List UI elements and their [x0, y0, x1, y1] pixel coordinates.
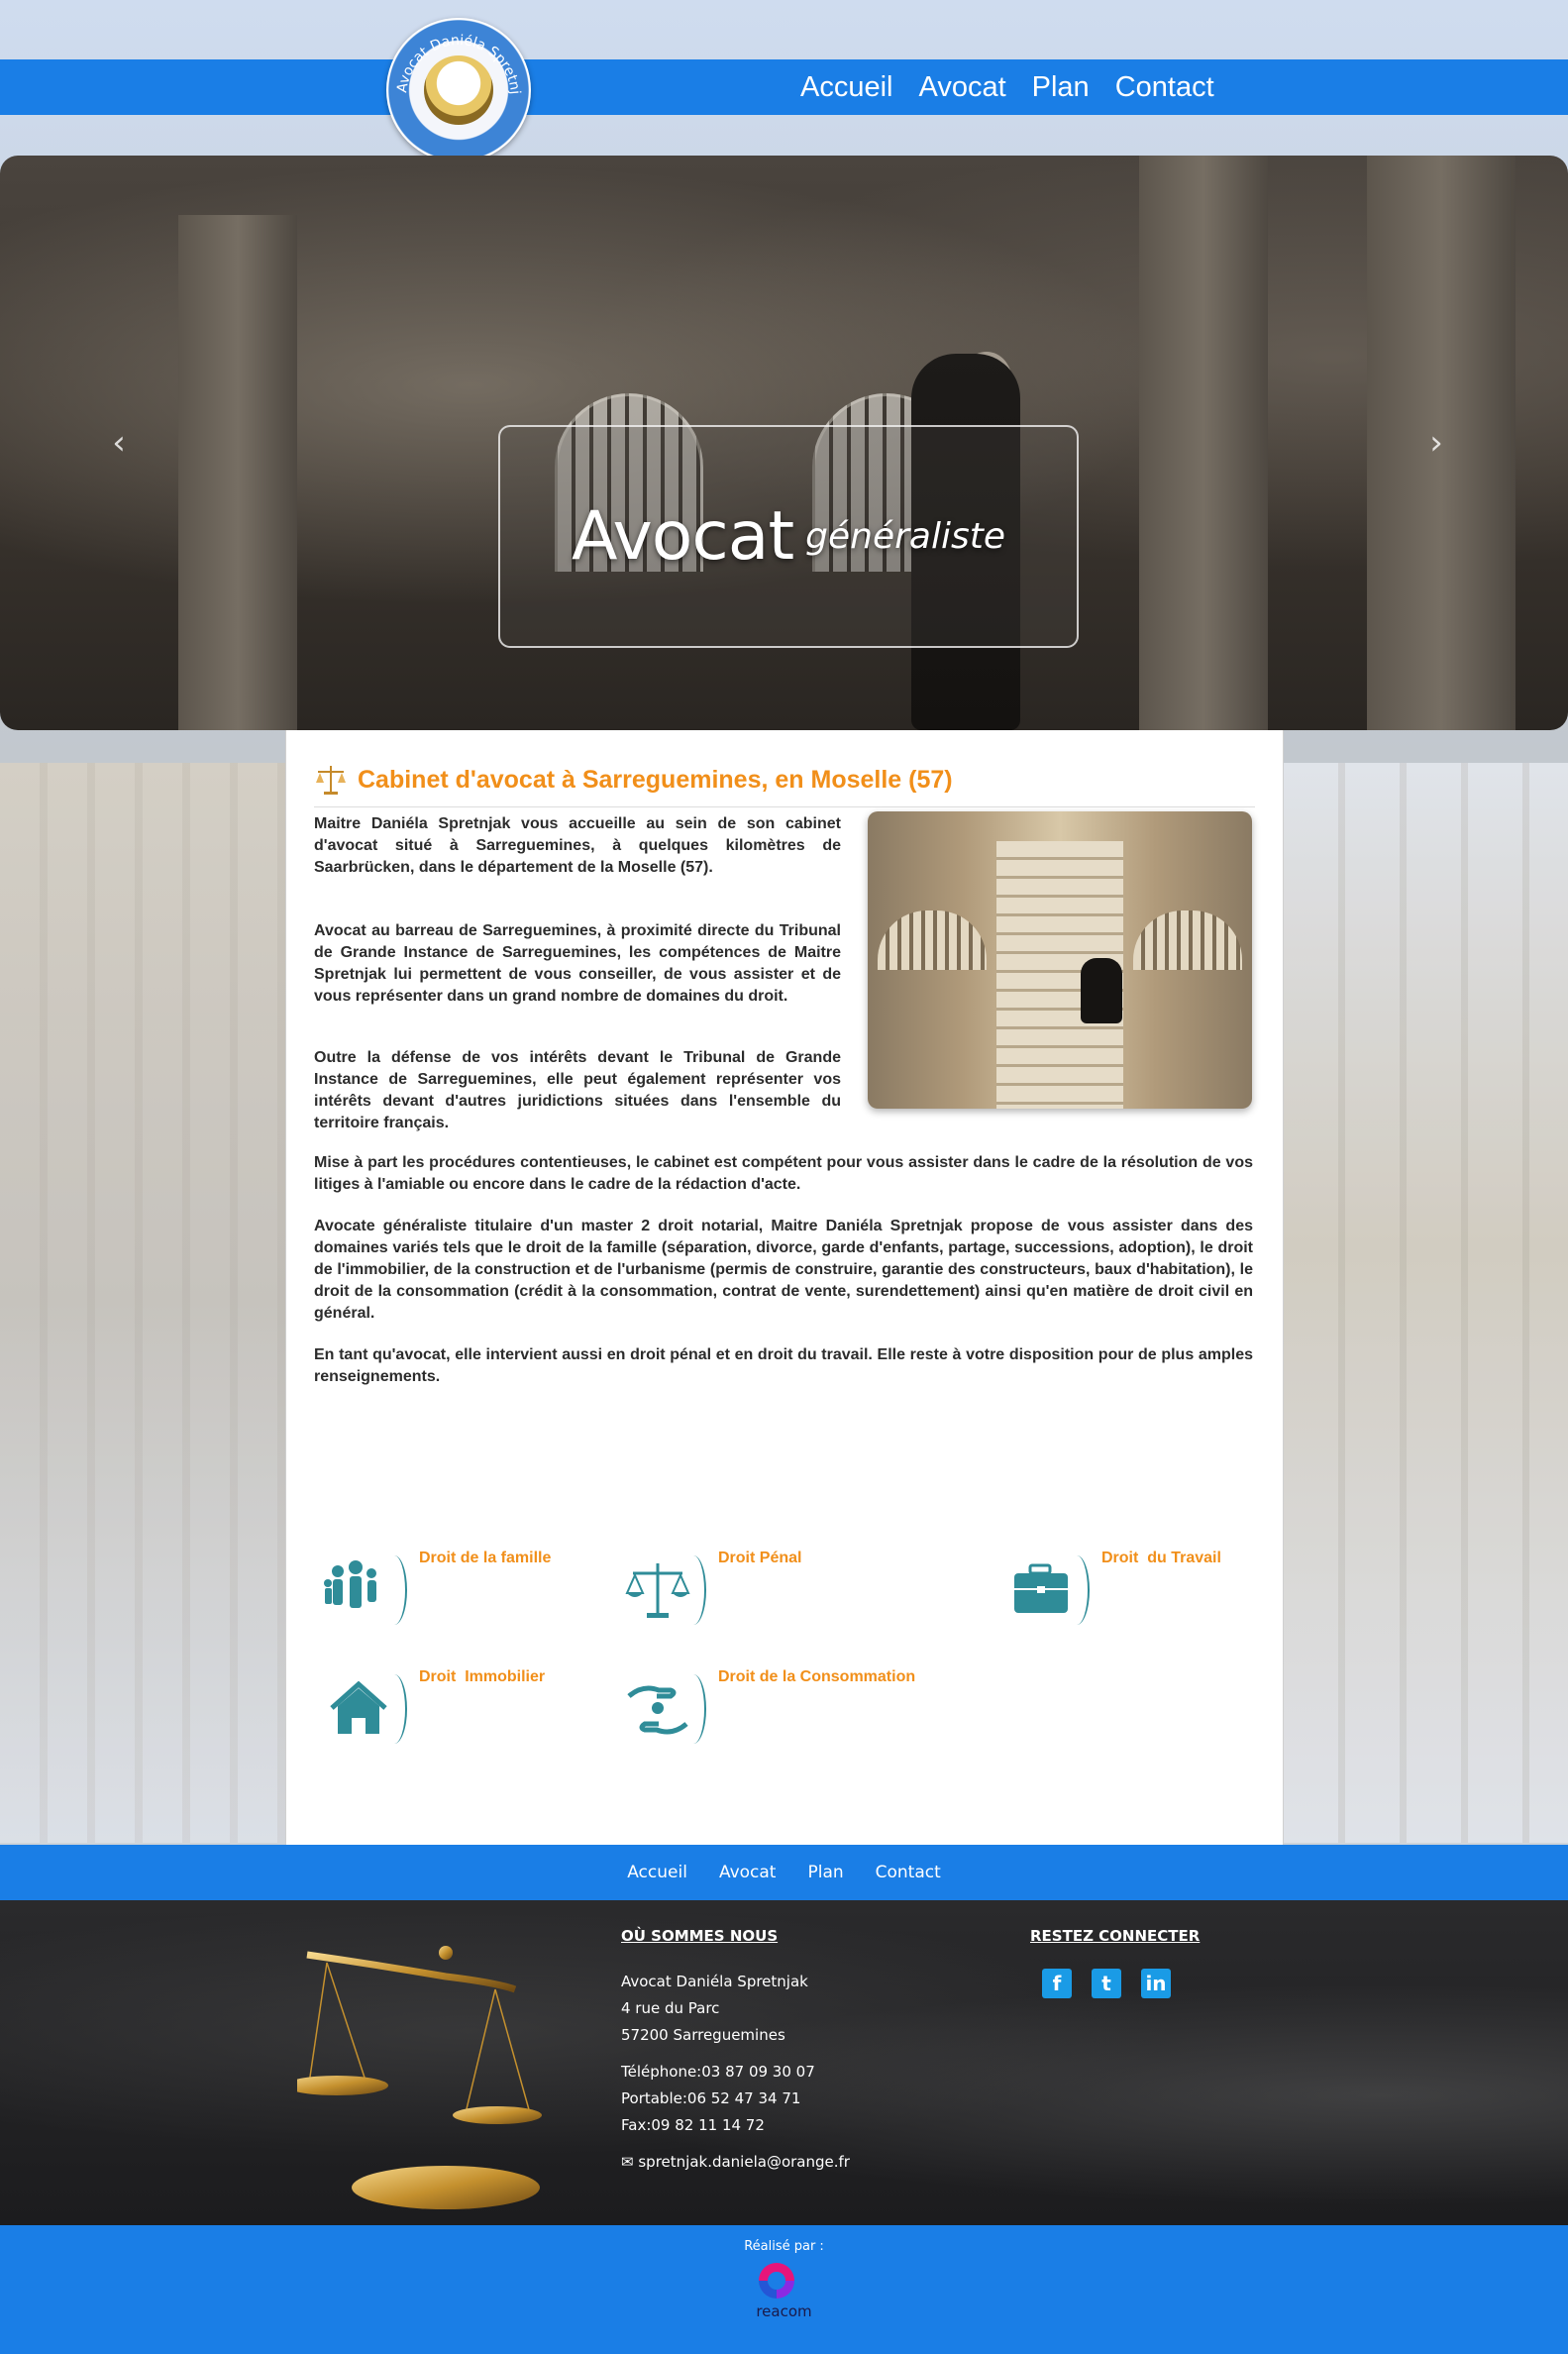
- nav-accueil[interactable]: Accueil: [800, 71, 893, 104]
- footer-city: 57200 Sarreguemines: [621, 2026, 785, 2044]
- scales-icon: [623, 1550, 706, 1625]
- intro-paragraph: Mise à part les procédures contentieuses…: [314, 1154, 1253, 1193]
- photo-lawyer: [1081, 958, 1122, 1023]
- hero-prev-arrow[interactable]: ‹: [99, 423, 139, 463]
- footer: OÙ SOMMES NOUS Avocat Daniéla Spretnjak …: [0, 1900, 1568, 2225]
- credits-bar: Réalisé par : reacom: [0, 2225, 1568, 2354]
- hero-subtitle: généraliste: [805, 516, 1005, 557]
- hero-title: Avocat: [572, 497, 794, 576]
- linkedin-icon[interactable]: in: [1141, 1969, 1171, 1998]
- header-bar: [0, 59, 1568, 115]
- briefcase-icon: [1006, 1550, 1090, 1625]
- footer-social-heading: RESTEZ CONNECTER: [1030, 1927, 1201, 1945]
- photo-railing: [1133, 910, 1242, 970]
- footer-nav: Accueil Avocat Plan Contact: [0, 1845, 1568, 1900]
- service-famille[interactable]: Droit de la famille: [324, 1550, 551, 1625]
- background-building-left: [0, 763, 285, 1843]
- service-label: Droit du Travail: [1101, 1550, 1221, 1566]
- main-nav: Accueil Avocat Plan Contact: [800, 59, 1214, 115]
- credits-label: Réalisé par :: [744, 2239, 824, 2254]
- service-travail[interactable]: Droit du Travail: [1006, 1550, 1221, 1625]
- section-title: Cabinet d'avocat à Sarreguemines, en Mos…: [314, 760, 953, 800]
- footer-telephone: Téléphone:03 87 09 30 07: [621, 2063, 815, 2081]
- service-label: Droit Immobilier: [419, 1668, 546, 1685]
- twitter-icon[interactable]: t: [1092, 1969, 1121, 1998]
- svg-text:Avocat Daniéla Spretnjak: Avocat Daniéla Spretnjak: [386, 18, 523, 95]
- service-label: Droit de la Consommation: [718, 1668, 916, 1685]
- hero-column: [1139, 156, 1268, 730]
- social-links: f t in: [1042, 1969, 1200, 1998]
- footer-nav-avocat[interactable]: Avocat: [719, 1863, 777, 1882]
- reacom-brand[interactable]: reacom: [0, 2302, 1568, 2320]
- service-arc: [381, 1674, 407, 1744]
- facebook-icon[interactable]: f: [1042, 1969, 1072, 1998]
- intro-paragraph: Outre la défense de vos intérêts devant …: [314, 1049, 841, 1131]
- nav-avocat[interactable]: Avocat: [919, 71, 1006, 104]
- hero-caption-box: Avocat généraliste: [498, 425, 1079, 648]
- house-icon: [324, 1668, 407, 1744]
- hero-next-arrow[interactable]: ›: [1416, 423, 1456, 463]
- footer-street: 4 rue du Parc: [621, 1999, 720, 2017]
- footer-portable: Portable:06 52 47 34 71: [621, 2089, 801, 2107]
- intro-paragraph: En tant qu'avocat, elle intervient aussi…: [314, 1346, 1253, 1385]
- main-content: Cabinet d'avocat à Sarreguemines, en Mos…: [285, 730, 1284, 1845]
- photo-railing: [878, 910, 987, 970]
- background-building-right: [1284, 763, 1568, 1843]
- footer-nav-contact[interactable]: Contact: [876, 1863, 941, 1882]
- footer-email-row[interactable]: ✉ spretnjak.daniela@orange.fr: [621, 2149, 850, 2176]
- hand-money-icon: [623, 1668, 706, 1744]
- intro-paragraph: Maitre Daniéla Spretnjak vous accueille …: [314, 815, 841, 876]
- nav-plan[interactable]: Plan: [1032, 71, 1090, 104]
- service-penal[interactable]: Droit Pénal: [623, 1550, 801, 1625]
- service-arc: [680, 1674, 706, 1744]
- service-label: Droit Pénal: [718, 1550, 802, 1566]
- hero-column: [178, 215, 297, 730]
- footer-nav-accueil[interactable]: Accueil: [627, 1863, 687, 1882]
- footer-nav-plan[interactable]: Plan: [807, 1863, 843, 1882]
- intro-paragraph: Avocate généraliste titulaire d'un maste…: [314, 1218, 1253, 1322]
- footer-name: Avocat Daniéla Spretnjak: [621, 1973, 808, 1990]
- staircase-photo: [868, 811, 1252, 1109]
- intro-paragraph: Avocat au barreau de Sarreguemines, à pr…: [314, 922, 841, 1005]
- title-divider: [314, 806, 1255, 807]
- service-arc: [381, 1555, 407, 1625]
- section-title-text: Cabinet d'avocat à Sarreguemines, en Mos…: [358, 765, 953, 794]
- envelope-icon: ✉: [621, 2153, 634, 2171]
- nav-contact[interactable]: Contact: [1115, 71, 1214, 104]
- service-consommation[interactable]: Droit de la Consommation: [623, 1668, 915, 1744]
- hero-slider: ‹ › Avocat généraliste: [0, 156, 1568, 730]
- footer-fax: Fax:09 82 11 14 72: [621, 2116, 765, 2134]
- service-arc: [1064, 1555, 1090, 1625]
- golden-scales-image: [297, 1946, 542, 2209]
- site-logo[interactable]: Avocat Daniéla Spretnjak: [386, 18, 531, 162]
- logo-text: Avocat Daniéla Spretnjak: [386, 18, 523, 95]
- service-arc: [680, 1555, 706, 1625]
- footer-social-col: RESTEZ CONNECTER f t in: [1030, 1927, 1200, 1998]
- footer-email[interactable]: spretnjak.daniela@orange.fr: [638, 2153, 850, 2171]
- footer-address-col: OÙ SOMMES NOUS Avocat Daniéla Spretnjak …: [621, 1927, 850, 2176]
- family-icon: [324, 1550, 407, 1625]
- logo-circular-text: Avocat Daniéla Spretnjak: [386, 18, 523, 95]
- footer-where-heading: OÙ SOMMES NOUS: [621, 1927, 779, 1945]
- service-label: Droit de la famille: [419, 1550, 552, 1566]
- scales-title-icon: [316, 766, 346, 795]
- reacom-logo-icon[interactable]: [759, 2263, 794, 2299]
- service-immobilier[interactable]: Droit Immobilier: [324, 1668, 545, 1744]
